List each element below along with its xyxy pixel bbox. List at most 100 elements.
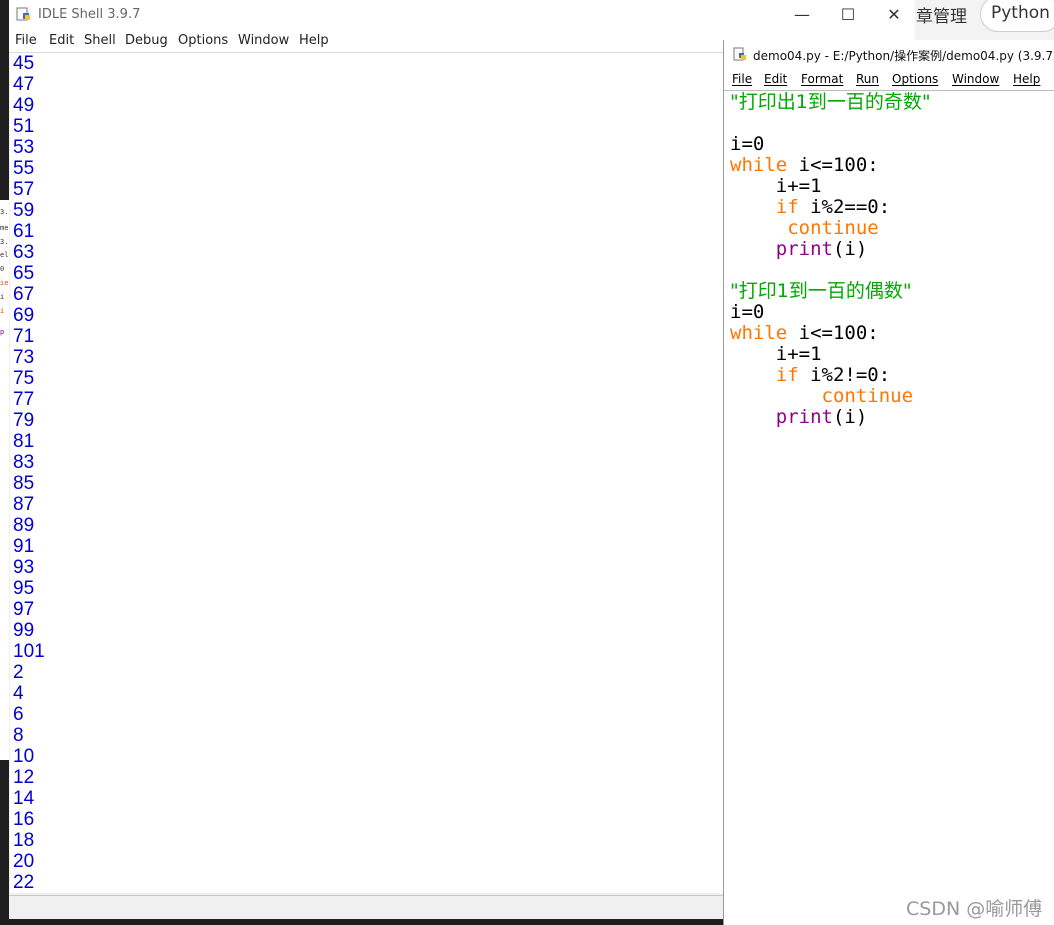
code-text: i%2!=0: [798,364,891,386]
watermark: CSDN @喻师傅 [906,898,1043,920]
shell-output-line: 73 [13,347,35,368]
close-button[interactable]: ✕ [883,4,905,26]
code-text: i<=100: [787,154,879,176]
code-line: continue [730,385,914,407]
shell-output-line: 59 [13,200,35,221]
background-tab-text: 章管理 [916,7,967,27]
menu-edit[interactable]: Edit [49,33,74,48]
shell-output-line: 93 [13,557,35,578]
minimize-button[interactable]: — [791,4,813,26]
code-line: i=0 [730,301,765,323]
code-line: i=0 [730,133,765,155]
code-line: i+=1 [730,343,822,365]
shell-output-line: 101 [13,641,45,662]
code-line: if i%2==0: [730,197,890,218]
code-keyword: continue [821,385,914,407]
code-docstring: "打印出1到一百的奇数" [730,91,931,113]
code-keyword: while [730,154,788,176]
shell-output-line: 67 [13,284,35,305]
code-builtin: print [775,238,833,260]
shell-output-line: 53 [13,137,35,158]
menu-window[interactable]: Window [238,33,289,48]
shell-output-line: 12 [13,767,35,788]
shell-output-line: 71 [13,326,35,347]
shell-output-line: 6 [13,704,24,725]
shell-output-line: 65 [13,263,35,284]
shell-output-line: 16 [13,809,35,830]
menu-shell[interactable]: Shell [84,33,116,48]
shell-output-line: 79 [13,410,35,431]
shell-output-line: 87 [13,494,35,515]
shell-output-line: 89 [13,515,35,536]
shell-titlebar[interactable]: IDLE Shell 3.9.7 — ☐ ✕ [9,0,915,30]
shell-output-line: 14 [13,788,35,809]
editor-menu-format[interactable]: Format [801,72,843,86]
shell-output-line: 97 [13,599,35,620]
shell-output-line: 75 [13,368,35,389]
code-keyword: if [775,196,799,218]
editor-menu-help[interactable]: Help [1013,72,1040,86]
code-keyword: continue [787,217,879,239]
shell-output-line: 91 [13,536,35,557]
editor-titlebar[interactable]: demo04.py - E:/Python/操作案例/demo04.py (3.… [724,40,1054,68]
editor-menubar: File Edit Format Run Options Window Help [724,70,1054,91]
shell-output-line: 85 [13,473,35,494]
menu-file[interactable]: File [15,33,37,48]
shell-output-line: 83 [13,452,35,473]
code-line: i+=1 [730,175,822,197]
code-text: i<=100: [787,322,879,344]
shell-output-line: 45 [13,53,35,74]
editor-menu-file[interactable]: File [732,72,752,86]
shell-output-line: 22 [13,872,35,893]
shell-output-line: 8 [13,725,24,746]
shell-window-title: IDLE Shell 3.9.7 [38,7,141,22]
editor-menu-edit[interactable]: Edit [764,72,787,86]
shell-output-line: 20 [13,851,35,872]
background-browser-strip: 章管理 Python [910,0,1054,40]
code-keyword: while [730,322,788,344]
code-text: (i) [832,238,868,260]
code-line: print(i) [730,238,868,260]
editor-code-area[interactable]: "打印出1到一百的奇数" i=0 while i<=100: i+=1 if i… [724,91,1054,925]
shell-output-line: 99 [13,620,35,641]
editor-window-title: demo04.py - E:/Python/操作案例/demo04.py (3.… [753,49,1054,63]
editor-menu-run[interactable]: Run [856,72,879,86]
shell-output-line: 63 [13,242,35,263]
code-line: continue [730,218,879,239]
menu-options[interactable]: Options [178,33,228,48]
shell-output-line: 18 [13,830,35,851]
shell-output-line: 2 [13,662,24,683]
shell-output-line: 95 [13,578,35,599]
code-keyword: if [775,364,799,386]
menu-debug[interactable]: Debug [125,33,168,48]
shell-output-line: 47 [13,74,35,95]
editor-menu-options[interactable]: Options [892,72,938,86]
maximize-button[interactable]: ☐ [837,4,859,26]
shell-output-line: 55 [13,158,35,179]
code-builtin: print [775,406,833,428]
code-text: (i) [832,406,868,428]
shell-output-line: 49 [13,95,35,116]
shell-output-line: 51 [13,116,35,137]
shell-output-line: 10 [13,746,35,767]
editor-window: demo04.py - E:/Python/操作案例/demo04.py (3.… [723,40,1054,925]
shell-output-line: 77 [13,389,35,410]
code-line: while i<=100: [730,323,879,344]
background-pill-button[interactable]: Python [980,0,1054,32]
shell-output-line: 81 [13,431,35,452]
shell-output-line: 4 [13,683,24,704]
editor-menu-window[interactable]: Window [952,72,999,86]
menu-help[interactable]: Help [299,33,329,48]
code-line: while i<=100: [730,155,879,176]
shell-output-line: 69 [13,305,35,326]
code-text: i%2==0: [798,196,891,218]
shell-output-line: 61 [13,221,35,242]
shell-output-line: 57 [13,179,35,200]
code-line: if i%2!=0: [730,365,890,386]
